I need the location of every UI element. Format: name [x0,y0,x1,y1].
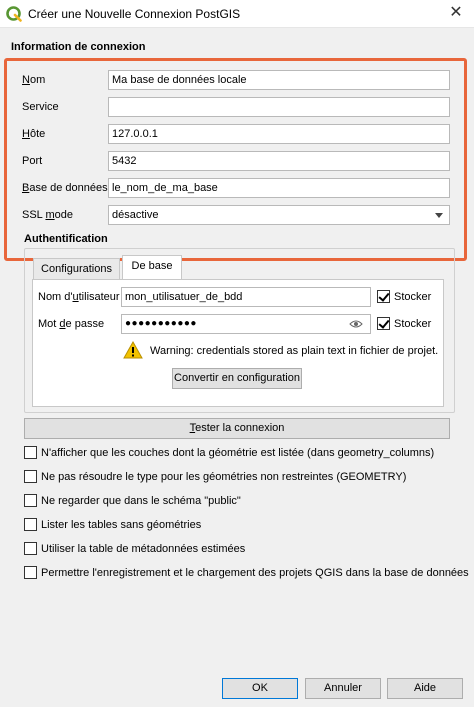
database-input[interactable]: le_nom_de_ma_base [108,178,450,198]
option-checkbox-no-geometry-tables[interactable] [24,518,37,531]
option-checkbox-public-schema[interactable] [24,494,37,507]
host-label: Hôte [22,128,46,140]
dialog-client: Information de connexion Nom Ma base de … [0,28,474,707]
connection-info-title: Information de connexion [11,41,146,53]
host-input[interactable]: 127.0.0.1 [108,124,450,144]
username-input[interactable]: mon_utilisatuer_de_bdd [121,287,371,307]
option-label-project-storage: Permettre l'enregistrement et le chargem… [41,567,469,579]
convert-to-configuration-button[interactable]: Convertir en configuration [172,368,302,389]
option-checkbox-geometry-columns[interactable] [24,446,37,459]
ssl-mode-select[interactable]: désactive [108,205,450,225]
option-label-geometry-columns: N'afficher que les couches dont la géomé… [41,447,435,459]
tab-basic[interactable]: De base [122,255,182,279]
window-titlebar: Créer une Nouvelle Connexion PostGIS ✕ [0,0,474,28]
cancel-button[interactable]: Annuler [305,678,381,699]
service-label: Service [22,101,59,113]
test-connection-button[interactable]: Tester la connexion [24,418,450,439]
name-label: Nom [22,74,46,86]
store-password-label: Stocker [394,318,432,330]
store-username-label: Stocker [394,291,432,303]
store-password-checkbox[interactable] [377,317,390,330]
option-checkbox-no-resolve-type[interactable] [24,470,37,483]
option-checkbox-project-storage[interactable] [24,566,37,579]
ssl-mode-value: désactive [112,209,159,221]
warning-icon [123,341,143,359]
chevron-down-icon [435,213,443,218]
service-input[interactable] [108,97,450,117]
option-checkbox-estimated-metadata[interactable] [24,542,37,555]
window-title: Créer une Nouvelle Connexion PostGIS [28,7,241,21]
option-label-estimated-metadata: Utiliser la table de métadonnées estimée… [41,543,246,555]
database-label: Base de données [22,182,108,194]
port-input[interactable]: 5432 [108,151,450,171]
password-label: Mot de passe [38,318,105,330]
username-label: Nom d'utilisateur [38,291,120,303]
tab-configurations[interactable]: Configurations [33,258,120,280]
credentials-warning-text: Warning: credentials stored as plain tex… [150,345,439,357]
qgis-logo-icon [6,6,22,22]
name-input[interactable]: Ma base de données locale [108,70,450,90]
port-label: Port [22,155,43,167]
close-icon[interactable]: ✕ [446,3,466,23]
show-password-eye-icon[interactable] [349,319,363,329]
option-label-public-schema: Ne regarder que dans le schéma "public" [41,495,241,507]
auth-group-title: Authentification [24,233,108,245]
ok-button[interactable]: OK [222,678,298,699]
option-label-no-geometry-tables: Lister les tables sans géométries [41,519,202,531]
help-button[interactable]: Aide [387,678,463,699]
password-input[interactable]: ●●●●●●●●●●● [121,314,371,334]
option-label-no-resolve-type: Ne pas résoudre le type pour les géométr… [41,471,407,483]
ssl-mode-label: SSL mode [22,209,73,221]
store-username-checkbox[interactable] [377,290,390,303]
